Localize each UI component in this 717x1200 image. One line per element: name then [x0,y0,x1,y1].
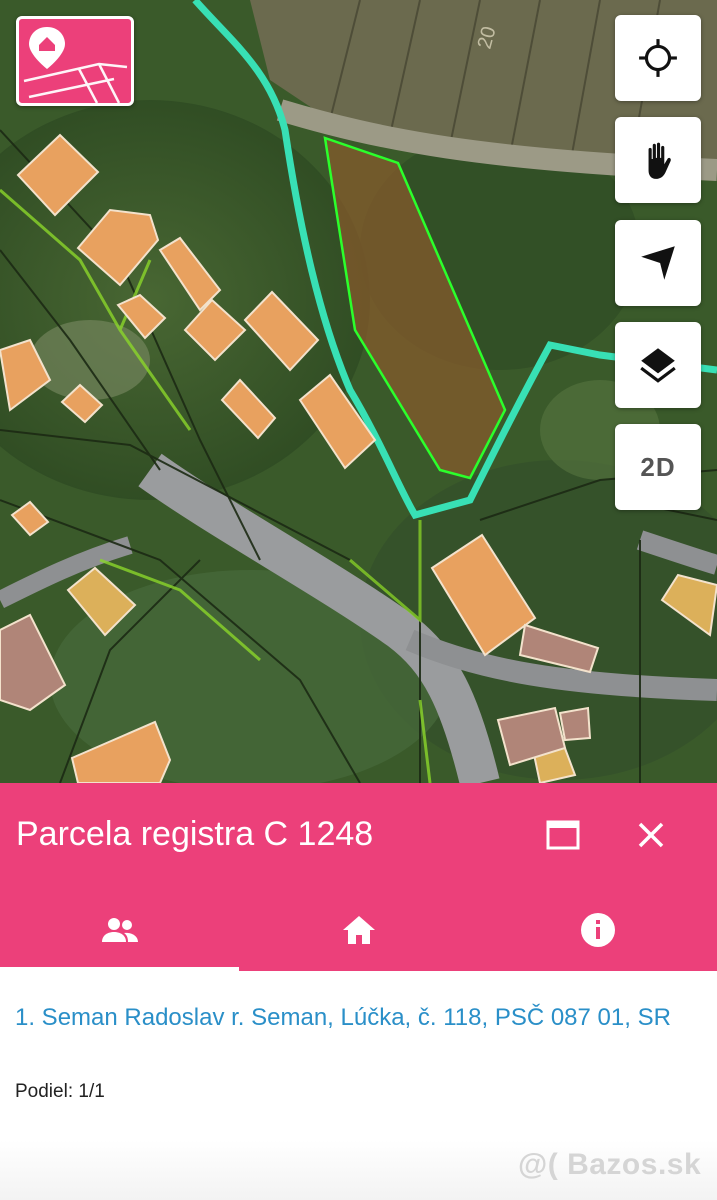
owner-share: Podiel: 1/1 [15,1079,105,1105]
map-view[interactable]: 20 2D [0,0,717,783]
watermark: @( Bazos.sk [518,1148,702,1181]
panel-title: Parcela registra C 1248 [16,815,374,853]
view-mode-toggle[interactable]: 2D [615,424,701,510]
people-icon [101,918,138,942]
crosshair-icon [639,39,677,77]
share-value: 1/1 [78,1081,105,1102]
navigate-button[interactable] [615,220,701,306]
satellite-map[interactable]: 20 [0,0,717,783]
tab-info[interactable] [478,890,717,970]
layers-button[interactable] [615,322,701,408]
tab-property[interactable] [239,890,478,970]
active-tab-indicator [0,967,239,971]
app-logo[interactable] [16,16,134,106]
tab-owners[interactable] [0,890,239,970]
maximize-icon [546,820,580,850]
owner-entry-link[interactable]: 1. Seman Radoslav r. Seman, Lúčka, č. 11… [15,1000,695,1036]
close-icon [638,822,664,848]
layers-icon [640,348,676,383]
pan-button[interactable] [615,117,701,203]
maximize-button[interactable] [538,810,588,860]
map-pin-logo-icon [23,27,128,103]
hand-icon [648,142,671,179]
navigation-arrow-icon [641,246,675,280]
close-button[interactable] [626,810,676,860]
share-label: Podiel: [15,1081,74,1102]
view-mode-label: 2D [640,451,676,482]
home-icon [342,916,375,944]
locate-button[interactable] [615,15,701,101]
info-icon [580,913,615,947]
